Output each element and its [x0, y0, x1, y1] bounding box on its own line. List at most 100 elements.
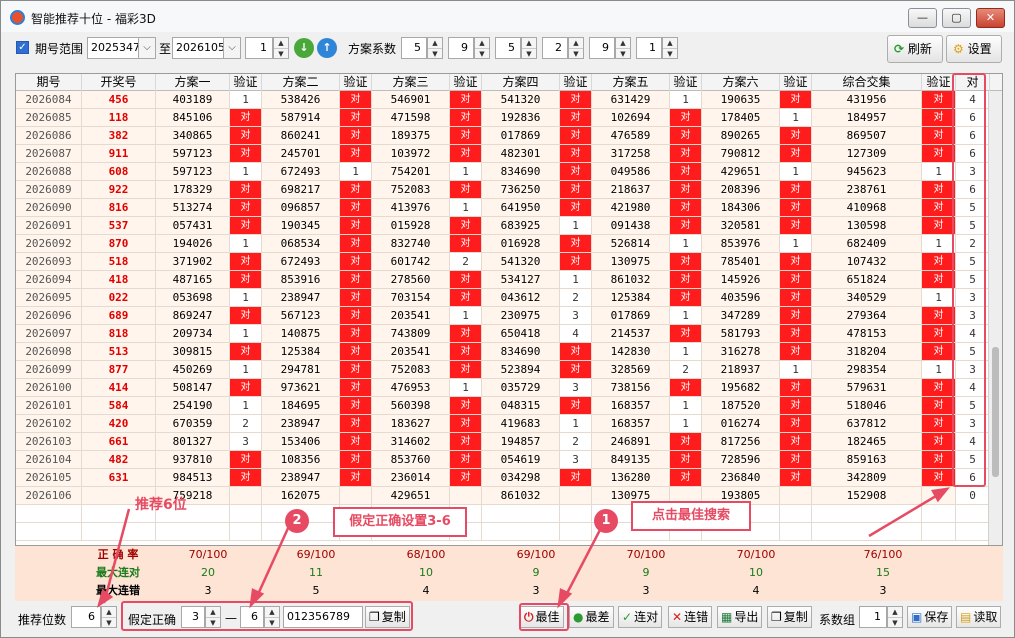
- column-header[interactable]: 验证: [230, 74, 262, 91]
- table-row[interactable]: 2026091 537 057431 对 190345 对 015928 对 683925 1 09…: [16, 217, 1002, 235]
- consecutive-hit-button[interactable]: ✓ 连对: [618, 606, 663, 628]
- check-cell: 对: [922, 199, 956, 217]
- column-header[interactable]: 方案五: [592, 74, 670, 91]
- coef-spinner[interactable]: ▲ ▼: [474, 37, 490, 59]
- column-header[interactable]: 方案一: [156, 74, 230, 91]
- settings-button[interactable]: ⚙ 设置: [946, 35, 1002, 63]
- column-header[interactable]: 方案二: [262, 74, 340, 91]
- draw-number-cell: 537: [82, 217, 156, 235]
- table-row[interactable]: 2026105 631 984513 对 238947 对 236014 对 034298 对 13…: [16, 469, 1002, 487]
- coef-input[interactable]: 9: [589, 37, 615, 59]
- vertical-scrollbar[interactable]: [988, 91, 1002, 545]
- table-row[interactable]: 2026096 689 869247 对 567123 对 203541 1 230975 3 01…: [16, 307, 1002, 325]
- coef-input[interactable]: 5: [401, 37, 427, 59]
- column-header[interactable]: 验证: [340, 74, 372, 91]
- range-checkbox[interactable]: ✓: [16, 41, 29, 54]
- export-button[interactable]: ▦ 导出: [717, 606, 763, 628]
- plan-cell: 973621: [262, 379, 340, 397]
- draw-number-cell: 816: [82, 199, 156, 217]
- column-header[interactable]: 验证: [560, 74, 592, 91]
- plan-cell: 057431: [156, 217, 230, 235]
- table-row[interactable]: 2026085 118 845106 对 587914 对 471598 对 192836 对 10…: [16, 109, 1002, 127]
- step-spinner[interactable]: ▲ ▼: [273, 37, 289, 59]
- check-cell: 对: [230, 451, 262, 469]
- plan-cell: 218937: [702, 361, 780, 379]
- folder-icon: ▤: [960, 610, 972, 624]
- column-header[interactable]: 验证: [922, 74, 956, 91]
- check-cell: [450, 487, 482, 505]
- digits-spinner[interactable]: ▲ ▼: [101, 606, 117, 628]
- coef-spinner[interactable]: ▲ ▼: [568, 37, 584, 59]
- table-row[interactable]: 2026099 877 450269 1 294781 对 752083 对 523894 对 32…: [16, 361, 1002, 379]
- close-button[interactable]: ✕: [976, 8, 1005, 28]
- refresh-button[interactable]: ⟳ 刷新: [887, 35, 943, 63]
- table-row[interactable]: 2026092 870 194026 1 068534 对 832740 对 016928 对 52…: [16, 235, 1002, 253]
- column-header[interactable]: 开奖号: [82, 74, 156, 91]
- table-row[interactable]: 2026104 482 937810 对 108356 对 853760 对 054619 3 84…: [16, 451, 1002, 469]
- coef-input[interactable]: 5: [495, 37, 521, 59]
- save-button[interactable]: ▣ 保存: [907, 606, 953, 628]
- table-row[interactable]: 2026089 922 178329 对 698217 对 752083 对 736250 对 21…: [16, 181, 1002, 199]
- table-row[interactable]: 2026103 661 801327 3 153406 对 314602 对 194857 2 24…: [16, 433, 1002, 451]
- step-input[interactable]: 1: [245, 37, 273, 59]
- coef-group-spinner[interactable]: ▲ ▼: [887, 606, 903, 628]
- table-row[interactable]: 2026087 911 597123 对 245701 对 103972 对 482301 对 31…: [16, 145, 1002, 163]
- column-header[interactable]: 验证: [670, 74, 702, 91]
- coef-input[interactable]: 1: [636, 37, 662, 59]
- period-cell: 2026086: [16, 127, 82, 145]
- stats-value: 15: [876, 566, 890, 579]
- arrow-down-icon[interactable]: ↓: [294, 38, 314, 58]
- empty-cell: [956, 523, 990, 541]
- hit-label: 连对: [634, 610, 659, 624]
- column-header[interactable]: 验证: [780, 74, 812, 91]
- stats-value: 10: [419, 566, 433, 579]
- table-row[interactable]: 2026100 414 508147 对 973621 对 476953 1 035729 3 73…: [16, 379, 1002, 397]
- read-label: 读取: [973, 610, 998, 624]
- check-cell: 对: [922, 397, 956, 415]
- column-header[interactable]: 综合交集: [812, 74, 922, 91]
- consecutive-miss-button[interactable]: ✕ 连错: [668, 606, 713, 628]
- coef-input[interactable]: 2: [542, 37, 568, 59]
- range-to-dropdown-icon[interactable]: ⌵: [223, 37, 241, 59]
- copy-table-button[interactable]: ❐ 复制: [767, 606, 812, 628]
- check-cell: 1: [230, 91, 262, 109]
- column-header[interactable]: 方案四: [482, 74, 560, 91]
- table-row[interactable]: 2026088 608 597123 1 672493 1 754201 1 834690 对 04…: [16, 163, 1002, 181]
- range-to-input[interactable]: 2026105: [172, 37, 225, 59]
- table-row[interactable]: 2026101 584 254190 1 184695 对 560398 对 048315 对 16…: [16, 397, 1002, 415]
- table-row[interactable]: 2026093 518 371902 对 672493 对 601742 2 541320 对 13…: [16, 253, 1002, 271]
- check-cell: 对: [780, 307, 812, 325]
- table-row[interactable]: 2026095 022 053698 1 238947 对 703154 对 043612 2 12…: [16, 289, 1002, 307]
- plan-cell: 203541: [372, 307, 450, 325]
- column-header[interactable]: 期号: [16, 74, 82, 91]
- table-row[interactable]: 2026098 513 309815 对 125384 对 203541 对 834690 对 14…: [16, 343, 1002, 361]
- check-cell: 1: [450, 307, 482, 325]
- coef-input[interactable]: 9: [448, 37, 474, 59]
- plan-cell: 670359: [156, 415, 230, 433]
- arrow-up-icon[interactable]: ↑: [317, 38, 337, 58]
- digits-input[interactable]: 6: [71, 606, 101, 628]
- maximize-button[interactable]: ▢: [942, 8, 971, 28]
- check-cell: 对: [340, 217, 372, 235]
- table-row[interactable]: 2026094 418 487165 对 853916 对 278560 对 534127 1 86…: [16, 271, 1002, 289]
- table-row[interactable]: 2026090 816 513274 对 096857 对 413976 1 641950 对 42…: [16, 199, 1002, 217]
- table-row[interactable]: 2026084 456 403189 1 538426 对 546901 对 541320 对 63…: [16, 91, 1002, 109]
- minimize-button[interactable]: —: [908, 8, 937, 28]
- worst-button[interactable]: ● 最差: [569, 606, 614, 628]
- column-header[interactable]: 方案六: [702, 74, 780, 91]
- coef-spinner[interactable]: ▲ ▼: [521, 37, 537, 59]
- read-button[interactable]: ▤ 读取: [956, 606, 1002, 628]
- range-from-input[interactable]: 2025347: [87, 37, 140, 59]
- range-from-dropdown-icon[interactable]: ⌵: [138, 37, 156, 59]
- coef-spinner[interactable]: ▲ ▼: [615, 37, 631, 59]
- column-header[interactable]: 验证: [450, 74, 482, 91]
- column-header[interactable]: 方案三: [372, 74, 450, 91]
- stats-value: 70/100: [736, 548, 776, 561]
- coef-spinner[interactable]: ▲ ▼: [662, 37, 678, 59]
- table-row[interactable]: 2026097 818 209734 1 140875 对 743809 对 650418 4 21…: [16, 325, 1002, 343]
- scrollbar-thumb[interactable]: [992, 347, 999, 477]
- table-row[interactable]: 2026102 420 670359 2 238947 对 183627 对 419683 1 16…: [16, 415, 1002, 433]
- table-row[interactable]: 2026086 382 340865 对 860241 对 189375 对 017869 对 47…: [16, 127, 1002, 145]
- coef-group-input[interactable]: 1: [859, 606, 887, 628]
- coef-spinner[interactable]: ▲ ▼: [427, 37, 443, 59]
